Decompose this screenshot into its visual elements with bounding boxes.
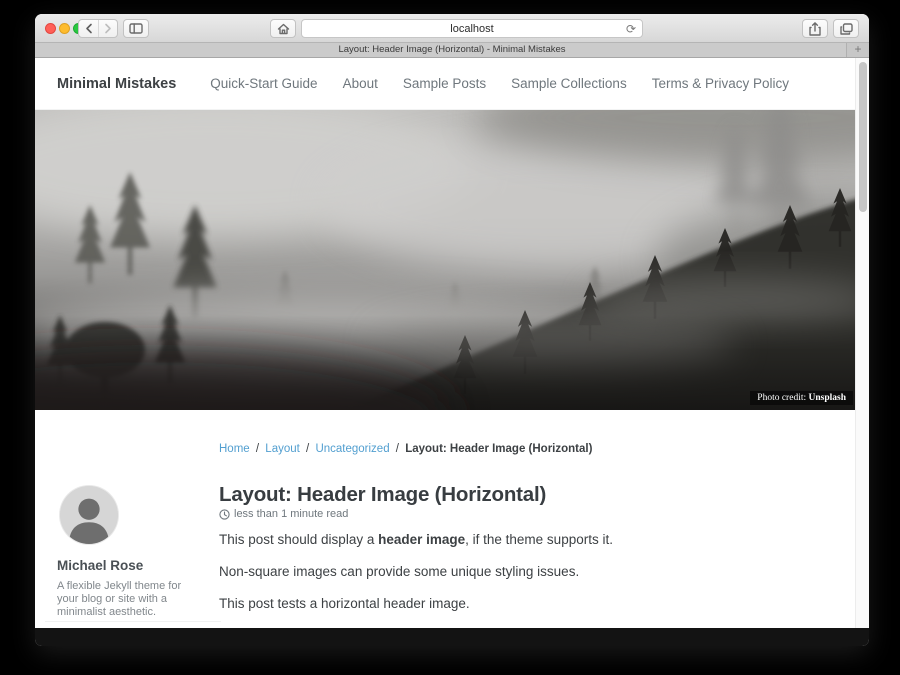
browser-window: localhost ⟳ Layout: Header Image (Horizo…: [35, 14, 869, 646]
nav-link-sample-collections[interactable]: Sample Collections: [511, 76, 627, 91]
breadcrumb-link-uncategorized[interactable]: Uncategorized: [315, 443, 389, 455]
page-scrollbar[interactable]: [855, 58, 869, 628]
author-bio: A flexible Jekyll theme for your blog or…: [57, 580, 181, 619]
paragraph-text: This post tests a horizontal header imag…: [219, 596, 470, 611]
close-window-button[interactable]: [45, 23, 56, 34]
web-page: Minimal Mistakes Quick-Start Guide About…: [35, 58, 855, 628]
author-bio-line: A flexible Jekyll theme for: [57, 580, 181, 593]
foggy-forest-illustration: [35, 110, 855, 410]
photo-credit: Photo credit: Unsplash: [750, 391, 853, 405]
breadcrumb-current-page: Layout: Header Image (Horizontal): [405, 443, 592, 455]
sidebar-divider: [45, 621, 221, 622]
home-icon: [277, 23, 290, 35]
breadcrumb-separator: /: [303, 443, 312, 455]
paragraph: This post should display a header image,…: [219, 531, 859, 548]
chevron-right-icon: [104, 23, 112, 34]
new-tab-button[interactable]: +: [846, 43, 869, 57]
forward-button[interactable]: [98, 20, 117, 37]
nav-link-quick-start-guide[interactable]: Quick-Start Guide: [210, 76, 317, 91]
read-time-label: less than 1 minute read: [234, 508, 348, 520]
tab-bar: Layout: Header Image (Horizontal) - Mini…: [35, 43, 869, 58]
avatar: [60, 486, 118, 544]
chevron-left-icon: [85, 23, 93, 34]
breadcrumb-link-home[interactable]: Home: [219, 443, 250, 455]
page-title: Layout: Header Image (Horizontal): [219, 482, 546, 507]
breadcrumb-separator: /: [253, 443, 262, 455]
paragraph-text: This post should display a: [219, 532, 378, 547]
breadcrumb-link-layout[interactable]: Layout: [265, 443, 300, 455]
photo-credit-source-link: Unsplash: [809, 393, 847, 403]
sidebar-icon: [129, 23, 143, 34]
paragraph-bold-text: header image: [378, 532, 465, 547]
window-bottom-edge: [35, 628, 869, 646]
back-button[interactable]: [79, 20, 98, 37]
breadcrumb: Home / Layout / Uncategorized / Layout: …: [219, 443, 592, 455]
breadcrumb-separator: /: [393, 443, 402, 455]
sidebar-toggle-button[interactable]: [123, 19, 149, 38]
share-icon: [809, 22, 821, 36]
screen-background: localhost ⟳ Layout: Header Image (Horizo…: [0, 0, 900, 675]
tab-overview-button[interactable]: [833, 19, 859, 38]
nav-link-sample-posts[interactable]: Sample Posts: [403, 76, 486, 91]
history-nav-group: [78, 19, 118, 38]
header-image: Photo credit: Unsplash: [35, 110, 855, 410]
tabs-icon: [840, 23, 853, 35]
nav-link-terms-privacy[interactable]: Terms & Privacy Policy: [652, 76, 789, 91]
reload-icon[interactable]: ⟳: [626, 21, 636, 37]
person-silhouette-icon: [60, 486, 118, 544]
clock-icon: [219, 509, 230, 520]
site-masthead: Minimal Mistakes Quick-Start Guide About…: [35, 58, 855, 110]
paragraph-text: Non-square images can provide some uniqu…: [219, 564, 579, 579]
site-nav: Quick-Start Guide About Sample Posts Sam…: [210, 76, 789, 91]
author-bio-line: minimalist aesthetic.: [57, 606, 181, 619]
minimize-window-button[interactable]: [59, 23, 70, 34]
address-bar[interactable]: localhost ⟳: [301, 19, 643, 38]
browser-toolbar: localhost ⟳: [35, 14, 869, 43]
author-name: Michael Rose: [57, 558, 143, 573]
paragraph-text: , if the theme supports it.: [465, 532, 613, 547]
share-button[interactable]: [802, 19, 828, 38]
page-viewport: Minimal Mistakes Quick-Start Guide About…: [35, 58, 869, 628]
site-title-link[interactable]: Minimal Mistakes: [57, 76, 176, 92]
active-tab[interactable]: Layout: Header Image (Horizontal) - Mini…: [35, 43, 869, 57]
scrollbar-thumb[interactable]: [859, 62, 867, 212]
author-bio-line: your blog or site with a: [57, 593, 181, 606]
home-button[interactable]: [270, 19, 296, 38]
nav-link-about[interactable]: About: [343, 76, 378, 91]
photo-credit-label: Photo credit:: [757, 393, 808, 403]
paragraph: This post tests a horizontal header imag…: [219, 595, 859, 612]
read-time: less than 1 minute read: [219, 508, 348, 520]
address-bar-url: localhost: [450, 23, 493, 35]
paragraph: Non-square images can provide some uniqu…: [219, 563, 859, 580]
